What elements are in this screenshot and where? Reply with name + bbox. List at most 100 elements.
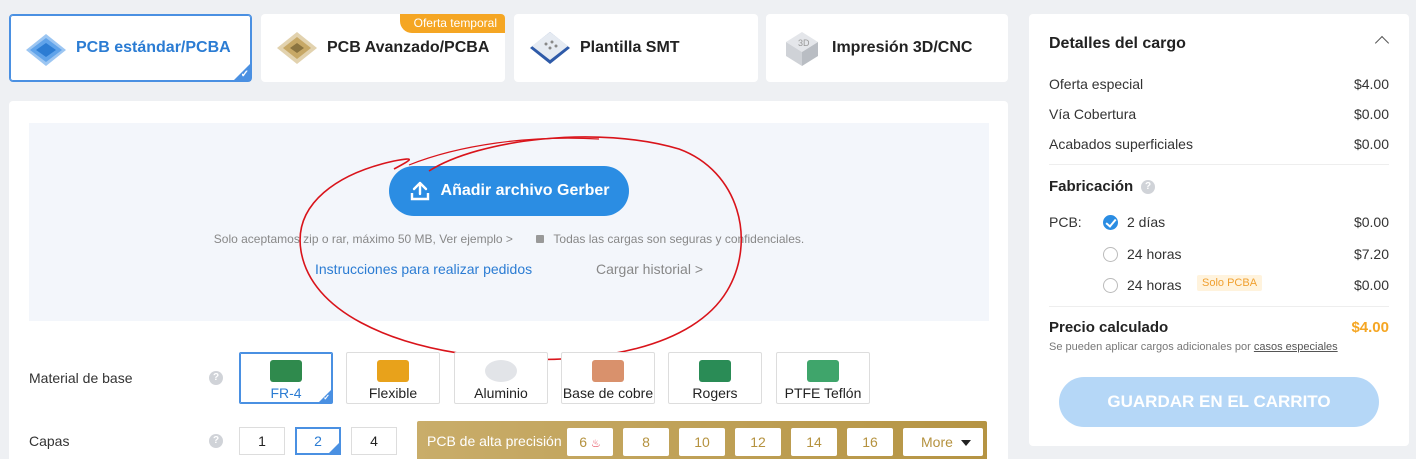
tab-smt-stencil[interactable]: Plantilla SMT	[514, 14, 758, 82]
pcb-advanced-icon	[273, 26, 321, 70]
pcba-only-badge: Solo PCBA	[1197, 275, 1263, 291]
3d-print-icon: 3D	[778, 26, 826, 70]
option-label: 2 días	[1127, 214, 1166, 230]
high-precision-label: PCB de alta precisión	[427, 433, 562, 449]
layer-option-2[interactable]: 2	[295, 427, 341, 455]
calculated-price-label: Precio calculado	[1049, 319, 1169, 336]
tab-pcb-advanced[interactable]: PCB Avanzado/PCBA Oferta temporal	[261, 14, 505, 82]
help-icon[interactable]: ?	[1141, 180, 1155, 194]
secure-note: Todas las cargas son seguras y confidenc…	[553, 232, 805, 246]
caret-down-icon	[960, 440, 971, 447]
add-gerber-button[interactable]: Añadir archivo Gerber	[389, 166, 629, 216]
material-option-copper[interactable]: Base de cobre	[561, 352, 655, 404]
tab-label: PCB Avanzado/PCBA	[327, 39, 490, 56]
material-option-rogers[interactable]: Rogers	[668, 352, 762, 404]
layer-option-4[interactable]: 4	[351, 427, 397, 455]
option-label: 24 horas	[1127, 246, 1182, 262]
layer-option-10[interactable]: 10	[679, 428, 725, 456]
material-label: Aluminio	[474, 385, 528, 401]
radio-24-hours[interactable]	[1103, 247, 1118, 262]
rogers-board-icon	[699, 360, 731, 382]
material-option-fr4[interactable]: FR-4 ✓	[239, 352, 333, 404]
charge-value: $0.00	[1353, 106, 1389, 122]
option-value: $7.20	[1353, 246, 1389, 262]
charge-label: Oferta especial	[1049, 76, 1144, 92]
material-option-aluminum[interactable]: Aluminio	[454, 352, 548, 404]
layer-option-14[interactable]: 14	[791, 428, 837, 456]
layer-label: 6	[579, 434, 588, 450]
pcb-standard-icon	[22, 26, 70, 70]
more-label: More	[921, 434, 953, 450]
material-label: Flexible	[368, 385, 418, 401]
option-value: $0.00	[1353, 214, 1389, 230]
promo-badge: Oferta temporal	[399, 14, 505, 33]
charge-details-title: Detalles del cargo	[1049, 35, 1186, 52]
flexible-board-icon	[377, 360, 409, 382]
charge-value: $0.00	[1353, 136, 1389, 152]
fabrication-option-24-hours: 24 horas $7.20	[1127, 246, 1389, 262]
option-value: $0.00	[1353, 277, 1389, 293]
help-icon[interactable]: ?	[209, 371, 223, 385]
checkmark-icon: ✓	[323, 393, 330, 402]
pcb-config-panel: Añadir archivo Gerber Solo aceptamos zip…	[9, 101, 1008, 459]
material-option-ptfe[interactable]: PTFE Teflón	[776, 352, 870, 404]
divider	[1049, 306, 1389, 307]
smt-stencil-icon	[526, 26, 574, 70]
ptfe-board-icon	[807, 360, 839, 382]
layer-option-8[interactable]: 8	[623, 428, 669, 456]
upload-note: Solo aceptamos zip o rar, máximo 50 MB, …	[29, 232, 989, 246]
base-material-label: Material de base	[29, 370, 133, 386]
gerber-upload-zone[interactable]: Añadir archivo Gerber Solo aceptamos zip…	[29, 123, 989, 361]
lock-icon	[536, 235, 545, 243]
more-layers-dropdown[interactable]: More	[903, 428, 983, 456]
divider	[1049, 164, 1389, 165]
layer-label: 2	[314, 433, 322, 449]
radio-24-hours-pcba[interactable]	[1103, 278, 1118, 293]
chevron-up-icon[interactable]	[1374, 35, 1390, 51]
layers-label: Capas	[29, 433, 70, 449]
order-instructions-link[interactable]: Instrucciones para realizar pedidos	[315, 261, 532, 277]
calculated-price-value: $4.00	[1351, 319, 1389, 336]
layer-option-1[interactable]: 1	[239, 427, 285, 455]
material-label: Base de cobre	[562, 385, 654, 401]
tab-label: PCB estándar/PCBA	[76, 39, 231, 56]
extra-charges-note: Se pueden aplicar cargos adicionales por…	[1049, 341, 1338, 353]
charge-label: Vía Cobertura	[1049, 106, 1137, 122]
special-cases-link[interactable]: casos especiales	[1254, 341, 1338, 353]
radio-2-days[interactable]	[1103, 215, 1118, 230]
charge-label: Acabados superficiales	[1049, 136, 1193, 152]
copper-board-icon	[592, 360, 624, 382]
charge-row-surface-finish: Acabados superficiales $0.00	[1049, 136, 1389, 152]
selected-corner	[328, 442, 340, 454]
layer-option-6[interactable]: 6 ♨	[567, 428, 613, 456]
tab-label: Impresión 3D/CNC	[832, 39, 973, 56]
pcb-label: PCB:	[1049, 214, 1082, 230]
tab-3d-cnc[interactable]: 3D Impresión 3D/CNC	[766, 14, 1008, 82]
checkmark-icon: ✓	[240, 69, 249, 80]
high-precision-bar: PCB de alta precisión 6 ♨ 8 10 12 14 16 …	[417, 421, 987, 459]
hot-flame-icon: ♨	[590, 438, 601, 450]
charge-row-special-offer: Oferta especial $4.00	[1049, 76, 1389, 92]
option-label: 24 horas	[1127, 277, 1182, 293]
save-to-cart-button[interactable]: GUARDAR EN EL CARRITO	[1059, 377, 1379, 427]
material-label: Rogers	[692, 385, 738, 401]
help-icon[interactable]: ?	[209, 434, 223, 448]
material-label: PTFE Teflón	[784, 385, 862, 401]
layer-option-12[interactable]: 12	[735, 428, 781, 456]
tab-label: Plantilla SMT	[580, 39, 680, 56]
charge-value: $4.00	[1353, 76, 1389, 92]
fr4-board-icon	[270, 360, 302, 382]
upload-icon	[410, 181, 429, 201]
fabrication-option-2-days: 2 días $0.00	[1127, 214, 1389, 230]
svg-text:3D: 3D	[798, 38, 810, 48]
fabrication-title: Fabricación	[1049, 178, 1134, 195]
charge-details-panel: Detalles del cargo Oferta especial $4.00…	[1029, 14, 1409, 446]
charge-row-via-coverage: Vía Cobertura $0.00	[1049, 106, 1389, 122]
upload-history-link[interactable]: Cargar historial >	[596, 261, 703, 277]
aluminum-board-icon	[485, 360, 517, 382]
tab-pcb-standard[interactable]: PCB estándar/PCBA ✓	[9, 14, 252, 82]
file-format-note: Solo aceptamos zip o rar, máximo 50 MB, …	[213, 232, 513, 246]
layer-option-16[interactable]: 16	[847, 428, 893, 456]
add-gerber-label: Añadir archivo Gerber	[440, 182, 610, 199]
material-option-flexible[interactable]: Flexible	[346, 352, 440, 404]
